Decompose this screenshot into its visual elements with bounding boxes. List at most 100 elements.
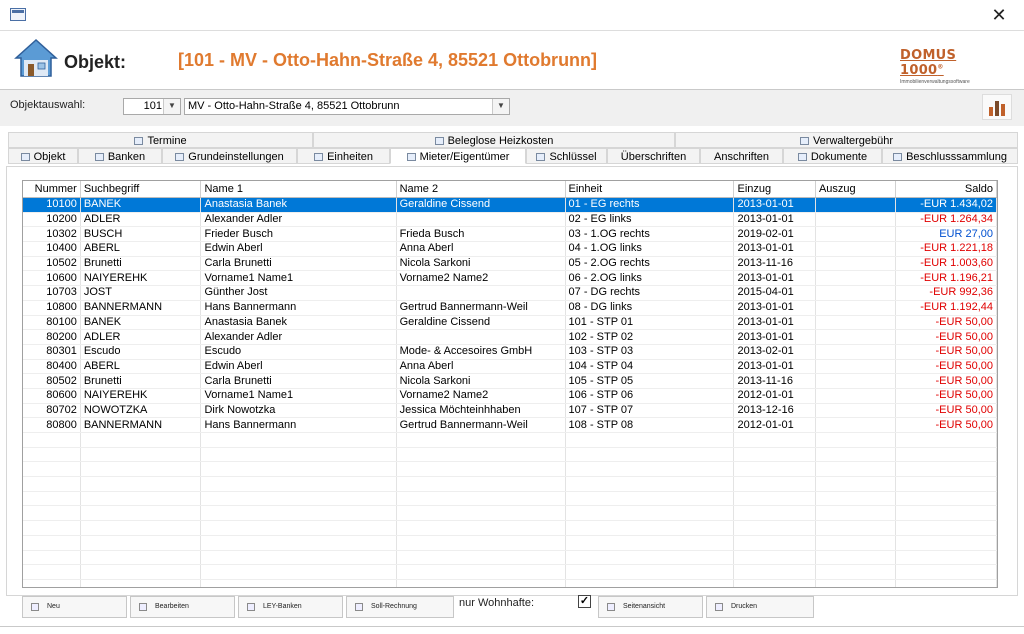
empty-cell (23, 520, 81, 536)
tab-objekt[interactable]: Objekt (8, 148, 78, 164)
tab-mieter-eigentuemer[interactable]: Mieter/Eigentümer (390, 148, 526, 164)
table-row[interactable]: 80800 BANNERMANN Hans Bannermann Gertrud Ba… (23, 417, 997, 433)
tenant-owner-grid[interactable]: Nummer Suchbegriff Name 1 Name 2 Einheit… (22, 180, 998, 588)
cell-einzug: 2013-01-01 (733, 241, 816, 257)
cell-auszug (815, 197, 897, 213)
cell-einzug: 2013-01-01 (733, 300, 816, 316)
table-row[interactable]: 10100 BANEK Anastasia Banek Geraldine Cisse… (23, 197, 997, 213)
table-row[interactable]: 10600 NAIYEREHK Vorname1 Name1 Vorname2 Nam… (23, 270, 997, 287)
empty-cell (80, 432, 202, 448)
empty-cell (733, 491, 816, 507)
chevron-down-icon[interactable]: ▼ (163, 99, 180, 114)
empty-cell (733, 447, 816, 463)
empty-cell (895, 564, 997, 580)
cell-name1: Vorname1 Name1 (200, 270, 397, 287)
cell-auszug (815, 329, 897, 345)
column-header-einheit[interactable]: Einheit (565, 181, 735, 198)
cell-einheit: 04 - 1.OG links (565, 241, 735, 257)
cell-name2: Gertrud Bannermann-Weil (396, 417, 566, 433)
table-row[interactable]: 80702 NOWOTZKA Dirk Nowotzka Jessica Möchte… (23, 403, 997, 419)
tab-label: Anschriften (713, 151, 770, 163)
object-address-value: MV - Otto-Hahn-Straße 4, 85521 Ottobrunn (188, 100, 400, 112)
table-row[interactable]: 80100 BANEK Anastasia Banek Geraldine Cisse… (23, 315, 997, 331)
object-selector-label: Objektauswahl: (10, 99, 86, 111)
edit-button[interactable]: Bearbeiten (130, 596, 235, 618)
cell-name1: Günther Jost (200, 285, 397, 301)
tab-banken[interactable]: Banken (78, 148, 162, 164)
empty-cell (565, 476, 735, 492)
cell-suchbegriff: JOST (80, 285, 202, 301)
cell-einheit: 02 - EG links (565, 212, 735, 228)
empty-row (23, 520, 997, 536)
button-label: Neu (47, 603, 60, 610)
cell-einzug: 2015-04-01 (733, 285, 816, 301)
empty-cell (815, 505, 897, 522)
debit-invoice-button[interactable]: Soll-Rechnung (346, 596, 454, 618)
statistics-button[interactable] (982, 94, 1012, 120)
empty-cell (396, 432, 566, 448)
key-icon (536, 153, 546, 161)
column-header-nummer[interactable]: Nummer (23, 181, 81, 198)
print-button[interactable]: Drucken (706, 596, 814, 618)
cell-suchbegriff: NOWOTZKA (80, 403, 202, 419)
empty-cell (565, 520, 735, 536)
empty-cell (396, 447, 566, 463)
table-row[interactable]: 80502 Brunetti Carla Brunetti Nicola Sarkon… (23, 373, 997, 389)
cell-auszug (815, 388, 897, 404)
tab-anschriften[interactable]: Anschriften (700, 148, 783, 164)
tab-dokumente[interactable]: Dokumente (783, 148, 882, 164)
column-header-einzug[interactable]: Einzug (733, 181, 816, 198)
table-row[interactable]: 80600 NAIYEREHK Vorname1 Name1 Vorname2 Nam… (23, 388, 997, 404)
cell-auszug (815, 373, 897, 389)
table-row[interactable]: 10302 BUSCH Frieder Busch Frieda Busch 03 - … (23, 226, 997, 243)
chevron-down-icon[interactable]: ▼ (492, 99, 509, 114)
column-header-suchbegriff[interactable]: Suchbegriff (80, 181, 202, 198)
table-row[interactable]: 80301 Escudo Escudo Mode- & Accesoires GmbH… (23, 344, 997, 360)
table-row[interactable]: 10400 ABERL Edwin Aberl Anna Aberl 04 - 1.OG… (23, 241, 997, 257)
cell-name1: Dirk Nowotzka (200, 403, 397, 419)
empty-cell (396, 491, 566, 507)
empty-cell (733, 550, 816, 566)
tab-verwaltergebuehr[interactable]: Verwaltergebühr (675, 132, 1018, 148)
table-row[interactable]: 10502 Brunetti Carla Brunetti Nicola Sarkon… (23, 256, 997, 272)
column-header-name2[interactable]: Name 2 (396, 181, 566, 198)
tab-ueberschriften[interactable]: Überschriften (607, 148, 700, 164)
empty-cell (396, 520, 566, 536)
object-number-combobox[interactable]: 101 ▼ (123, 98, 181, 115)
cell-einzug: 2013-01-01 (733, 270, 816, 287)
table-row[interactable]: 10200 ADLER Alexander Adler 02 - EG links 20… (23, 212, 997, 228)
tab-label: Mieter/Eigentümer (419, 151, 510, 163)
empty-cell (23, 564, 81, 580)
empty-cell (80, 520, 202, 536)
tab-schluessel[interactable]: Schlüssel (526, 148, 607, 164)
column-header-name1[interactable]: Name 1 (200, 181, 397, 198)
tab-grundeinstellungen[interactable]: Grundeinstellungen (162, 148, 297, 164)
tab-label: Verwaltergebühr (812, 135, 894, 147)
table-row[interactable]: 10703 JOST Günther Jost 07 - DG rechts 2015-… (23, 285, 997, 301)
close-window-button[interactable]: ✕ (982, 3, 1016, 27)
column-header-saldo[interactable]: Saldo (895, 181, 997, 198)
tab-einheiten[interactable]: Einheiten (297, 148, 390, 164)
column-header-auszug[interactable]: Auszug (815, 181, 897, 198)
table-row[interactable]: 10800 BANNERMANN Hans Bannermann Gertrud Ba… (23, 300, 997, 316)
tab-beleglose-heizkosten[interactable]: Beleglose Heizkosten (313, 132, 675, 148)
empty-cell (23, 505, 81, 522)
only-residents-checkbox[interactable]: ✓ (578, 595, 591, 608)
table-row[interactable]: 80200 ADLER Alexander Adler 102 - STP 02 201… (23, 329, 997, 345)
cell-einheit: 104 - STP 04 (565, 359, 735, 375)
cell-suchbegriff: BUSCH (80, 226, 202, 243)
page-preview-button[interactable]: Seitenansicht (598, 596, 703, 618)
new-button[interactable]: Neu (22, 596, 127, 618)
tab-termine[interactable]: Termine (8, 132, 313, 148)
empty-cell (815, 447, 897, 463)
object-address-combobox[interactable]: MV - Otto-Hahn-Straße 4, 85521 Ottobrunn… (184, 98, 510, 115)
cell-einheit: 03 - 1.OG rechts (565, 226, 735, 243)
empty-cell (733, 579, 816, 587)
table-row[interactable]: 80400 ABERL Edwin Aberl Anna Aberl 104 - STP… (23, 359, 997, 375)
empty-cell (200, 447, 397, 463)
tab-beschlusssammlung[interactable]: Beschlusssammlung (882, 148, 1018, 164)
ley-banks-button[interactable]: LEY-Banken (238, 596, 343, 618)
cell-saldo: -EUR 50,00 (895, 315, 997, 331)
empty-cell (23, 491, 81, 507)
empty-cell (565, 579, 735, 587)
